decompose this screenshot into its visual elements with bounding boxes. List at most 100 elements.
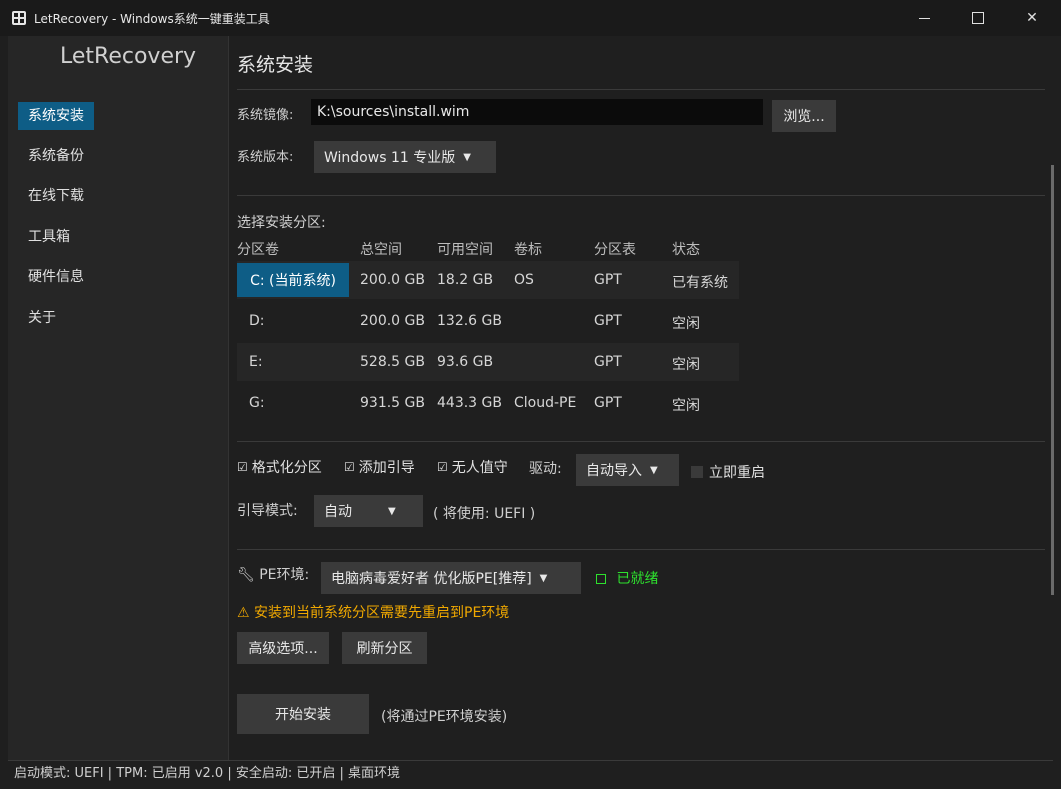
boot-mode-value: 自动 xyxy=(324,504,352,520)
pe-status: 已就绪 xyxy=(596,568,658,588)
col-header-free: 可用空间 xyxy=(437,242,493,258)
driver-value: 自动导入 xyxy=(586,463,642,479)
version-value: Windows 11 专业版 xyxy=(324,150,456,166)
table-row[interactable]: E: 528.5 GB 93.6 GB GPT 空闲 xyxy=(237,343,739,381)
format-label: 格式化分区 xyxy=(251,460,322,476)
partition-table-cell: GPT xyxy=(594,354,622,370)
free-cell: 18.2 GB xyxy=(437,272,494,288)
divider xyxy=(237,89,1045,90)
col-header-total: 总空间 xyxy=(360,242,402,258)
sidebar-item-system-install[interactable]: 系统安装 xyxy=(18,102,94,130)
warning-message: ⚠ 安装到当前系统分区需要先重启到PE环境 xyxy=(237,605,510,621)
minimize-icon xyxy=(918,17,930,19)
free-cell: 93.6 GB xyxy=(437,354,494,370)
volume-cell-selected[interactable]: C: (当前系统) xyxy=(237,263,349,297)
version-label: 系统版本: xyxy=(237,150,294,165)
start-install-button[interactable]: 开始安装 xyxy=(237,694,369,734)
check-icon: ☑ xyxy=(437,460,448,474)
reboot-label: 立即重启 xyxy=(709,465,765,481)
title-bar: LetRecovery - Windows系统一键重装工具 ✕ xyxy=(0,0,1061,36)
partition-table-cell: GPT xyxy=(594,395,622,411)
browse-button[interactable]: 浏览... xyxy=(772,100,836,132)
sidebar-item-system-backup[interactable]: 系统备份 xyxy=(18,142,94,170)
status-bar: 启动模式: UEFI | TPM: 已启用 v2.0 | 安全启动: 已开启 |… xyxy=(8,760,1053,786)
main-panel: 系统安装 系统镜像: K:\sources\install.wim 浏览... … xyxy=(229,36,1051,760)
partition-table-cell: GPT xyxy=(594,272,622,288)
chevron-down-icon: ▼ xyxy=(463,151,471,163)
window-title: LetRecovery - Windows系统一键重装工具 xyxy=(34,11,270,26)
free-cell: 132.6 GB xyxy=(437,313,502,329)
unattended-label: 无人值守 xyxy=(451,460,508,476)
col-header-volume: 分区卷 xyxy=(237,242,279,258)
status-cell: 空闲 xyxy=(672,398,700,414)
pe-status-text: 已就绪 xyxy=(616,571,659,587)
reboot-checkbox[interactable]: 立即重启 xyxy=(691,462,765,482)
free-cell: 443.3 GB xyxy=(437,395,502,411)
start-hint: (将通过PE环境安装) xyxy=(381,709,508,725)
volume-cell: G: xyxy=(249,395,265,411)
version-select[interactable]: Windows 11 专业版 ▼ xyxy=(314,141,496,173)
pe-select[interactable]: 电脑病毒爱好者 优化版PE[推荐] ▼ xyxy=(321,562,581,594)
close-icon: ✕ xyxy=(1026,10,1038,26)
partition-table-cell: GPT xyxy=(594,313,622,329)
status-indicator-icon xyxy=(596,574,606,584)
unattended-checkbox[interactable]: ☑ 无人值守 xyxy=(437,457,508,477)
total-cell: 200.0 GB xyxy=(360,313,425,329)
image-label: 系统镜像: xyxy=(237,108,294,123)
col-header-partition-table: 分区表 xyxy=(594,242,636,258)
driver-select[interactable]: 自动导入 ▼ xyxy=(576,454,679,486)
page-title: 系统安装 xyxy=(237,54,314,76)
checkbox-box xyxy=(691,466,703,478)
image-path-field[interactable]: K:\sources\install.wim xyxy=(311,99,763,125)
check-icon: ☑ xyxy=(237,460,248,474)
add-boot-checkbox[interactable]: ☑ 添加引导 xyxy=(344,457,415,477)
divider xyxy=(237,441,1045,442)
boot-mode-hint: ( 将使用: UEFI ) xyxy=(433,506,536,522)
table-row[interactable]: D: 200.0 GB 132.6 GB GPT 空闲 xyxy=(237,302,739,340)
boot-mode-select[interactable]: 自动 ▼ xyxy=(314,495,423,527)
close-button[interactable]: ✕ xyxy=(1009,0,1055,36)
sidebar-item-hardware-info[interactable]: 硬件信息 xyxy=(18,263,94,291)
pe-label-text: PE环境: xyxy=(259,567,310,583)
table-row[interactable]: C: (当前系统) 200.0 GB 18.2 GB OS GPT 已有系统 xyxy=(237,261,739,299)
divider xyxy=(237,549,1045,550)
label-cell: Cloud-PE xyxy=(514,395,577,411)
sidebar-item-online-download[interactable]: 在线下载 xyxy=(18,182,94,210)
volume-cell: E: xyxy=(249,354,263,370)
pe-label: 🔧︎ PE环境: xyxy=(237,564,309,584)
minimize-button[interactable] xyxy=(901,0,947,36)
status-cell: 空闲 xyxy=(672,316,700,332)
format-checkbox[interactable]: ☑ 格式化分区 xyxy=(237,457,322,477)
col-header-label: 卷标 xyxy=(514,242,542,258)
volume-cell: D: xyxy=(249,313,265,329)
status-cell: 已有系统 xyxy=(672,275,728,291)
scrollbar-thumb[interactable] xyxy=(1051,165,1054,595)
total-cell: 528.5 GB xyxy=(360,354,425,370)
maximize-icon xyxy=(972,12,984,24)
wrench-icon: 🔧︎ xyxy=(237,567,255,583)
add-boot-label: 添加引导 xyxy=(358,460,415,476)
advanced-options-button[interactable]: 高级选项... xyxy=(237,632,329,664)
sidebar-item-toolbox[interactable]: 工具箱 xyxy=(18,223,80,251)
check-icon: ☑ xyxy=(344,460,355,474)
refresh-partitions-button[interactable]: 刷新分区 xyxy=(342,632,427,664)
chevron-down-icon: ▼ xyxy=(388,505,396,517)
col-header-status: 状态 xyxy=(672,242,700,258)
partition-title: 选择安装分区: xyxy=(237,215,326,231)
status-cell: 空闲 xyxy=(672,357,700,373)
divider xyxy=(237,195,1045,196)
maximize-button[interactable] xyxy=(955,0,1001,36)
label-cell: OS xyxy=(514,272,534,288)
chevron-down-icon: ▼ xyxy=(539,572,548,584)
chevron-down-icon: ▼ xyxy=(650,464,658,476)
total-cell: 931.5 GB xyxy=(360,395,425,411)
driver-label: 驱动: xyxy=(529,461,562,477)
app-icon xyxy=(12,11,26,25)
pe-value: 电脑病毒爱好者 优化版PE[推荐] xyxy=(331,571,532,587)
app-brand: LetRecovery xyxy=(60,44,197,69)
sidebar-item-about[interactable]: 关于 xyxy=(18,304,66,332)
total-cell: 200.0 GB xyxy=(360,272,425,288)
table-row[interactable]: G: 931.5 GB 443.3 GB Cloud-PE GPT 空闲 xyxy=(237,384,739,422)
sidebar: LetRecovery 系统安装 系统备份 在线下载 工具箱 硬件信息 关于 xyxy=(8,36,229,760)
boot-mode-label: 引导模式: xyxy=(237,503,298,519)
